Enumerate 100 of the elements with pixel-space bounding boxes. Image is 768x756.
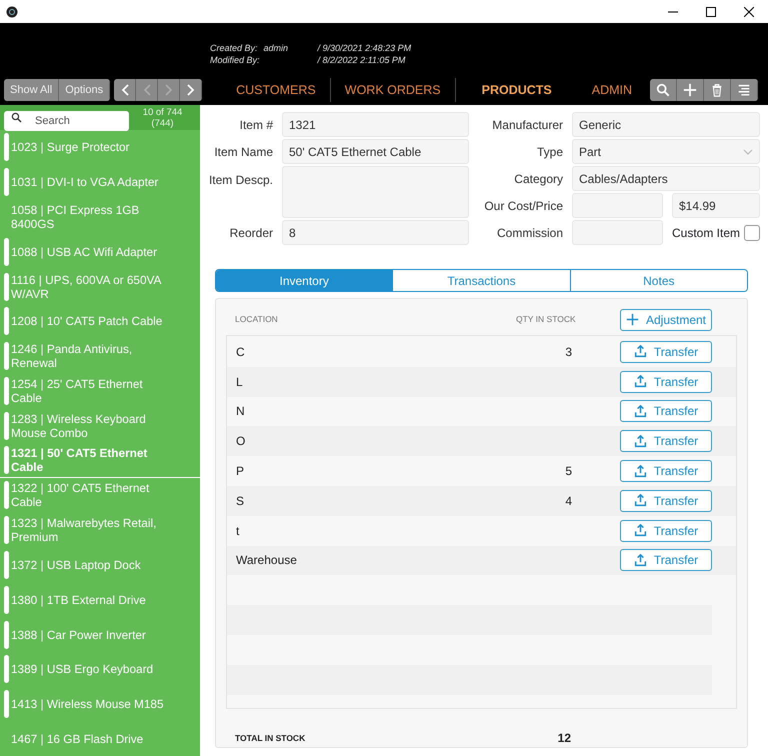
delete-button[interactable] (704, 79, 731, 101)
product-list-item[interactable]: 1388 | Car Power Inverter (0, 617, 200, 652)
next-button[interactable] (180, 79, 202, 101)
transfer-button[interactable]: Transfer (620, 340, 712, 363)
chevron-right-icon (186, 84, 195, 96)
toolbar-button[interactable]: Show All (4, 79, 60, 101)
add-button[interactable] (677, 79, 704, 101)
product-list-item[interactable]: 1246 | Panda Antivirus, Renewal (0, 338, 200, 374)
input-field[interactable]: Generic (572, 112, 760, 137)
upload-icon (634, 404, 647, 418)
search-field[interactable]: Search (4, 110, 129, 130)
close-icon[interactable] (744, 6, 754, 16)
menu-icon (737, 83, 751, 97)
total-label: TOTAL IN STOCK (234, 732, 306, 744)
table-cell-text: 3 (564, 344, 572, 361)
adjustment-button[interactable]: Adjustment (620, 308, 712, 330)
nav-tab[interactable]: CUSTOMERS (222, 80, 330, 100)
toolbar-button[interactable]: Options (59, 79, 110, 101)
previous-button[interactable] (114, 79, 136, 101)
field-label: Custom Item (672, 224, 740, 242)
field-label: Item Descp. (208, 172, 273, 189)
dropdown-field[interactable]: Part (572, 139, 760, 164)
total-value: 12 (556, 730, 571, 747)
table-cell-text: P (235, 463, 246, 480)
transfer-button[interactable]: Transfer (620, 430, 712, 452)
chevron-down-icon (743, 148, 753, 154)
product-list-item[interactable]: 1023 | Surge Protector (0, 130, 200, 165)
created-date: / 9/30/2021 2:48:23 PM (318, 42, 412, 54)
product-list-item[interactable]: 1088 | USB AC Wifi Adapter (0, 234, 200, 270)
price-field[interactable]: $14.99 (672, 193, 760, 218)
product-list-item[interactable]: 1380 | 1TB External Drive (0, 582, 200, 618)
upload-icon (634, 554, 647, 567)
nav-tab[interactable]: PRODUCTS (456, 80, 566, 100)
created-label: Created By: (210, 42, 259, 54)
product-list-item[interactable]: 1467 | 16 GB Flash Drive (0, 722, 200, 756)
transfer-button[interactable]: Transfer (620, 460, 712, 482)
table-cell-text: S (235, 492, 246, 510)
nav-tab[interactable]: WORK ORDERS (330, 80, 455, 100)
field-label: Type (536, 144, 563, 160)
search-icon (656, 83, 670, 97)
product-list-item[interactable]: 1058 | PCI Express 1GB 8400GS (0, 200, 200, 234)
upload-icon (634, 434, 647, 448)
product-list-item[interactable]: 1283 | Wireless Keyboard Mouse Combo (0, 408, 200, 444)
table-cell-text: 4 (564, 492, 572, 510)
product-list-item[interactable]: 1116 | UPS, 600VA or 650VA W/AVR (0, 269, 200, 304)
transfer-button[interactable]: Transfer (620, 370, 712, 393)
table-cell-text: L (235, 374, 244, 391)
field-label: Reorder (228, 224, 273, 242)
transfer-button[interactable]: Transfer (620, 549, 712, 572)
column-header: LOCATION (234, 313, 279, 326)
plus-icon (683, 83, 697, 97)
menu-button[interactable] (731, 79, 758, 101)
transfer-button[interactable]: Transfer (620, 400, 712, 422)
chevron-left-icon (142, 84, 151, 96)
table-cell-text: O (235, 433, 246, 450)
commission-field[interactable] (572, 220, 663, 245)
table-cell-text: C (235, 344, 246, 361)
modified-label: Modified By: (210, 54, 260, 66)
transfer-button[interactable]: Transfer (620, 490, 712, 512)
product-list-item[interactable]: 1372 | USB Laptop Dock (0, 548, 200, 582)
field-label: Item # (238, 116, 273, 134)
product-list-item[interactable]: 1031 | DVI-I to VGA Adapter (0, 164, 200, 200)
product-list-item[interactable]: 1323 | Malwarebytes Retail, Premium (0, 512, 200, 548)
upload-icon (634, 524, 647, 538)
upload-icon (634, 375, 647, 388)
product-list-item[interactable]: 1254 | 25' CAT5 Ethernet Cable (0, 374, 200, 408)
field-label: Manufacturer (491, 116, 563, 134)
product-list-item[interactable]: 1322 | 100' CAT5 Ethernet Cable (0, 478, 200, 513)
textarea-field[interactable] (282, 166, 469, 218)
input-field[interactable]: 1321 (282, 112, 469, 137)
table-cell-text: t (235, 522, 240, 540)
field-label: Our Cost/Price (483, 198, 563, 214)
product-list-item[interactable]: 1208 | 10' CAT5 Patch Cable (0, 304, 200, 339)
modified-date: / 8/2/2022 2:11:05 PM (318, 54, 406, 66)
search-icon (11, 112, 22, 122)
upload-icon (634, 494, 647, 508)
record-count: 10 of 744 (142, 106, 184, 118)
maximize-icon[interactable] (706, 6, 716, 16)
nav-tab[interactable]: ADMIN (566, 80, 646, 100)
input-field[interactable]: 50' CAT5 Ethernet Cable (282, 139, 469, 164)
tab[interactable]: Inventory (216, 270, 394, 291)
app-icon (6, 6, 18, 18)
upload-icon (634, 345, 647, 358)
table-cell-text: 5 (564, 463, 572, 480)
checkbox[interactable] (744, 224, 760, 240)
upload-icon (634, 464, 647, 478)
table-cell-text: Warehouse (235, 552, 298, 570)
field-label: Item Name (213, 144, 273, 160)
column-header: QTY IN STOCK (516, 313, 577, 326)
search-button[interactable] (650, 79, 677, 101)
product-list-item[interactable]: 1389 | USB Ergo Keyboard (0, 652, 200, 687)
product-list-item[interactable]: 1321 | 50' CAT5 Ethernet Cable (0, 443, 200, 478)
input-field[interactable]: 8 (282, 220, 469, 245)
trash-icon (710, 83, 724, 97)
product-list-item[interactable]: 1413 | Wireless Mouse M185 (0, 686, 200, 722)
cost-field[interactable] (572, 193, 663, 218)
transfer-button[interactable]: Transfer (620, 520, 712, 542)
chevron-left-icon (120, 84, 129, 96)
input-field[interactable]: Cables/Adapters (572, 166, 760, 191)
field-label: Commission (496, 224, 563, 242)
